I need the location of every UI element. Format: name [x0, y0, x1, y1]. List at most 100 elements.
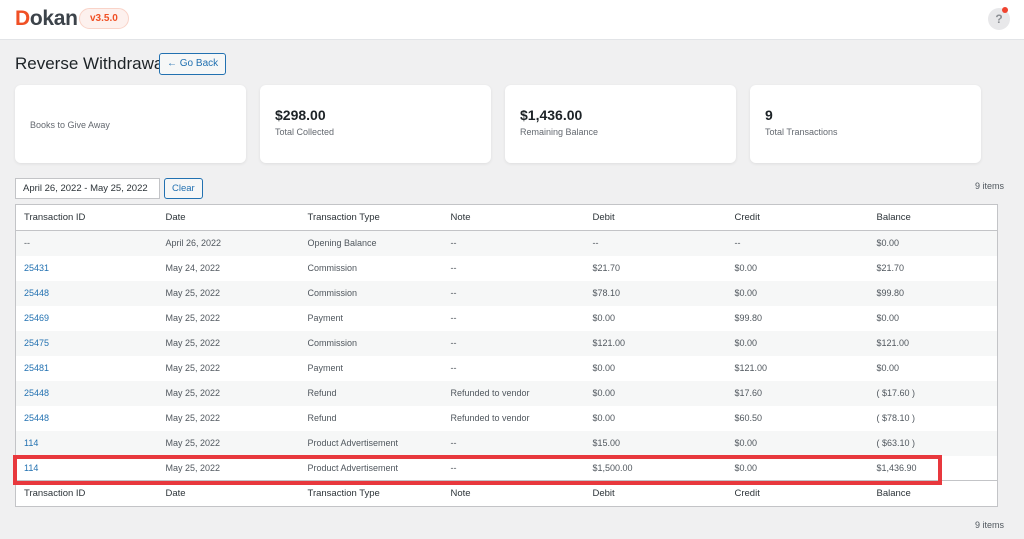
cell-balance: ( $63.10 )	[876, 438, 916, 448]
cell-note: --	[450, 462, 457, 473]
transactions-table: Transaction ID Date Transaction Type Not…	[15, 204, 998, 507]
cell-transaction-type: Opening Balance	[307, 238, 377, 249]
notification-dot	[1002, 7, 1008, 13]
footer-transaction-type: Transaction Type	[299, 480, 443, 507]
cell-note: --	[450, 263, 457, 273]
cell-credit: $0.00	[734, 338, 758, 348]
header-transaction-type: Transaction Type	[299, 204, 443, 231]
cell-transaction-id: 25431	[16, 256, 158, 281]
cell-transaction-id: 25448	[16, 381, 158, 406]
cell-debit: --	[592, 238, 599, 249]
cell-note: --	[450, 363, 457, 373]
cell-debit: $1,500.00	[592, 462, 633, 473]
transaction-link[interactable]: 25431	[24, 263, 49, 273]
cell-date: May 24, 2022	[165, 263, 221, 273]
cell-balance: $121.00	[876, 338, 910, 348]
date-range-input[interactable]: April 26, 2022 - May 25, 2022	[15, 178, 160, 199]
cell-credit: --	[734, 238, 741, 249]
cell-note: --	[450, 288, 457, 298]
cell-note: Refunded to vendor	[450, 388, 530, 398]
table-row: 25469 May 25, 2022 Payment -- $0.00 $99.80 $0.…	[15, 305, 998, 331]
table-header-row: Transaction ID Date Transaction Type Not…	[15, 204, 998, 231]
card-store: Books to Give Away	[15, 85, 246, 163]
footer-balance: Balance	[868, 480, 998, 507]
card-total-collected: $298.00 Total Collected	[260, 85, 491, 163]
cell-date: May 25, 2022	[165, 438, 221, 448]
cell-date: May 25, 2022	[165, 363, 221, 373]
card-value: 9	[765, 107, 773, 123]
table-row: 25431 May 24, 2022 Commission -- $21.70 $0.00…	[15, 255, 998, 281]
cell-note: Refunded to vendor	[450, 413, 530, 423]
transaction-link[interactable]: 25448	[24, 413, 49, 423]
cell-date: April 26, 2022	[165, 238, 222, 249]
cell-date: May 25, 2022	[165, 313, 221, 323]
header-transaction-id: Transaction ID	[15, 204, 158, 231]
cell-balance: $21.70	[876, 263, 905, 273]
cell-debit: $0.00	[592, 388, 616, 398]
cell-debit: $0.00	[592, 413, 616, 423]
table-row: 25448 May 25, 2022 Commission -- $78.10 $0.00…	[15, 280, 998, 306]
cell-transaction-type: Refund	[307, 413, 337, 423]
cell-credit: $121.00	[734, 363, 768, 373]
table-row: 114 May 25, 2022 Product Advertisement -- $1…	[15, 455, 998, 481]
table-row: -- April 26, 2022 Opening Balance -- -- -- $0.…	[15, 230, 998, 256]
header-note: Note	[442, 204, 585, 231]
cell-transaction-type: Commission	[307, 288, 358, 298]
cell-debit: $78.10	[592, 288, 621, 298]
card-label: Remaining Balance	[520, 127, 599, 137]
items-count-bottom: 9 items	[975, 520, 1005, 530]
card-label: Total Transactions	[765, 127, 838, 137]
cell-debit: $21.70	[592, 263, 621, 273]
header-balance: Balance	[868, 204, 998, 231]
cell-date: May 25, 2022	[165, 462, 221, 473]
transaction-link[interactable]: 25481	[24, 363, 49, 373]
cell-transaction-type: Commission	[307, 338, 358, 348]
dokan-logo[interactable]: Dokan	[15, 7, 78, 31]
cell-transaction-id: --	[24, 238, 30, 249]
card-label: Books to Give Away	[30, 120, 110, 130]
cell-balance: $0.00	[876, 363, 900, 373]
cell-transaction-id: 25469	[16, 306, 158, 331]
cell-transaction-type: Product Advertisement	[307, 438, 399, 448]
footer-transaction-id: Transaction ID	[15, 480, 158, 507]
cell-debit: $0.00	[592, 313, 616, 323]
transaction-link[interactable]: 114	[24, 438, 38, 448]
clear-button[interactable]: Clear	[164, 178, 203, 199]
cell-note: --	[450, 438, 457, 448]
cell-balance: $1,436.90	[876, 462, 917, 473]
cell-credit: $99.80	[734, 313, 763, 323]
transaction-link[interactable]: 25475	[24, 338, 49, 348]
header-credit: Credit	[726, 204, 869, 231]
table-row: 25448 May 25, 2022 Refund Refunded to vendo…	[15, 405, 998, 431]
cell-note: --	[450, 238, 457, 249]
cell-date: May 25, 2022	[165, 288, 221, 298]
footer-date: Date	[157, 480, 300, 507]
go-back-button[interactable]: ← Go Back	[159, 53, 227, 75]
cell-credit: $0.00	[734, 288, 758, 298]
cell-balance: ( $17.60 )	[876, 388, 916, 398]
cell-credit: $0.00	[734, 263, 758, 273]
header-debit: Debit	[584, 204, 727, 231]
transaction-link[interactable]: 25448	[24, 388, 49, 398]
cell-credit: $60.50	[734, 413, 763, 423]
cell-balance: $0.00	[876, 313, 900, 323]
cell-transaction-type: Commission	[307, 263, 358, 273]
cell-transaction-id: 114	[16, 431, 158, 456]
card-remaining-balance: $1,436.00 Remaining Balance	[505, 85, 736, 163]
transaction-link[interactable]: 25469	[24, 313, 49, 323]
table-row: 114 May 25, 2022 Product Advertisement -- $1…	[15, 430, 998, 456]
top-bar: Dokan v3.5.0 ?	[0, 0, 1024, 40]
items-count-top: 9 items	[975, 181, 1005, 191]
cell-transaction-id: 25481	[16, 356, 158, 381]
cell-credit: $0.00	[734, 438, 758, 448]
footer-debit: Debit	[584, 480, 727, 507]
cell-transaction-type: Payment	[307, 363, 344, 373]
page-title: Reverse Withdrawal	[15, 54, 168, 73]
cell-date: May 25, 2022	[165, 338, 221, 348]
transaction-link[interactable]: 25448	[24, 288, 49, 298]
card-total-transactions: 9 Total Transactions	[750, 85, 981, 163]
cell-balance: $99.80	[876, 288, 905, 298]
cell-balance: $0.00	[876, 238, 900, 249]
cell-credit: $0.00	[734, 462, 758, 473]
transaction-link[interactable]: 114	[24, 463, 38, 473]
